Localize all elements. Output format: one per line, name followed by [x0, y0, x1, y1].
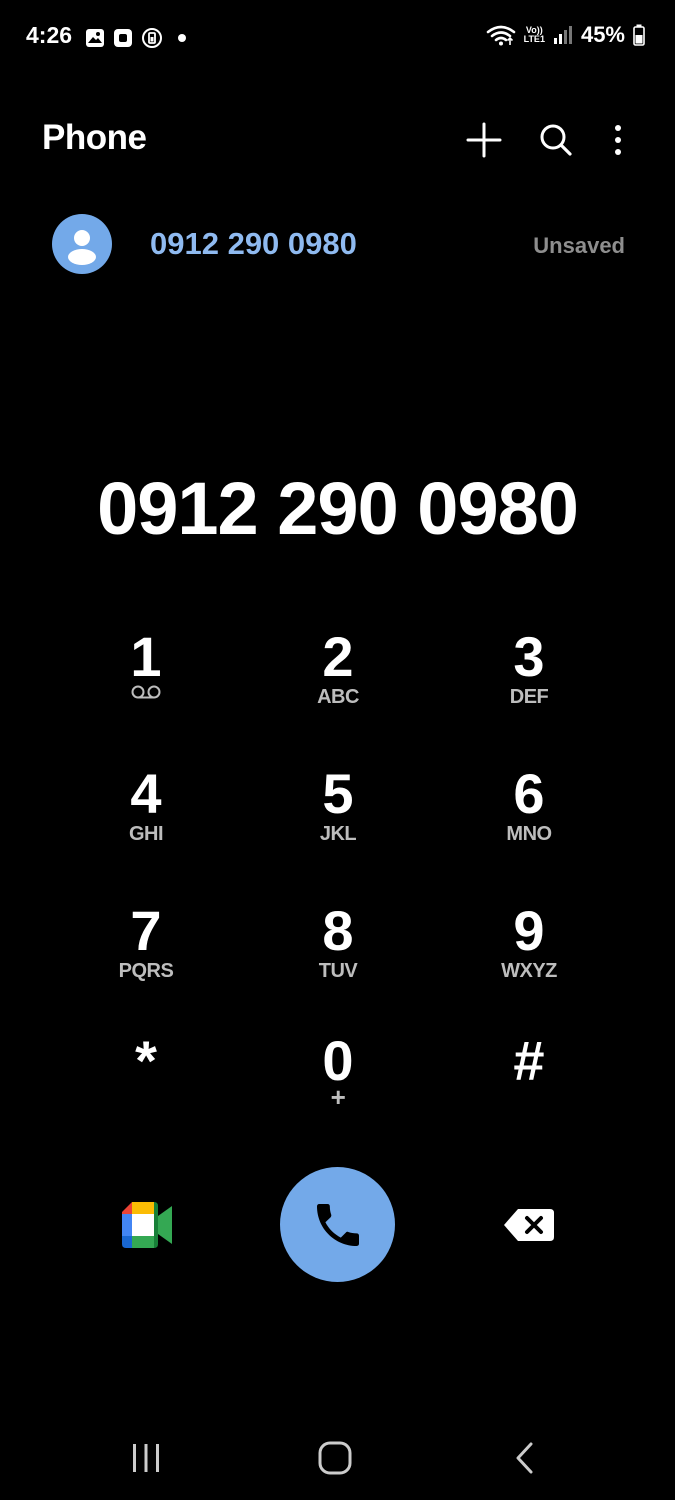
suggestion-number[interactable]: 0912 290 0980: [150, 226, 357, 262]
key-digit: 2: [322, 625, 354, 688]
home-button[interactable]: [305, 1430, 365, 1486]
google-meet-icon: [122, 1202, 172, 1248]
key-plus: +: [330, 1082, 346, 1112]
key-8[interactable]: 8 TUV: [248, 902, 428, 1012]
add-icon: [466, 122, 502, 158]
more-options-icon: [615, 125, 621, 155]
key-1[interactable]: 1: [56, 628, 236, 738]
volte-icon: Vo)) LTE1: [523, 25, 545, 44]
key-0[interactable]: 0 +: [248, 1032, 428, 1142]
backspace-icon: [504, 1209, 554, 1241]
battery-saver-icon: [142, 28, 162, 48]
key-letters: TUV: [318, 960, 358, 982]
key-digit: #: [513, 1029, 545, 1092]
back-button[interactable]: [494, 1430, 554, 1486]
status-time: 4:26: [26, 22, 73, 48]
battery-percent: 45%: [580, 22, 625, 47]
key-letters: ABC: [317, 686, 359, 708]
battery-icon: [633, 24, 645, 46]
key-6[interactable]: 6 MNO: [439, 765, 619, 875]
unsaved-label: Unsaved: [533, 233, 625, 258]
key-9[interactable]: 9 WXYZ: [439, 902, 619, 1012]
key-7[interactable]: 7 PQRS: [56, 902, 236, 1012]
key-digit: 8: [322, 899, 354, 962]
phone-call-icon: [316, 1203, 359, 1246]
recent-apps-button[interactable]: [116, 1430, 176, 1486]
key-letters: DEF: [509, 686, 549, 708]
key-digit: 3: [513, 625, 545, 688]
key-digit: 6: [513, 762, 545, 825]
add-contact-button[interactable]: [462, 118, 506, 162]
key-5[interactable]: 5 JKL: [248, 765, 428, 875]
key-hash[interactable]: #: [439, 1032, 619, 1142]
home-icon: [318, 1441, 352, 1475]
key-letters: PQRS: [118, 960, 174, 982]
wifi-icon: [486, 25, 515, 46]
key-digit: *: [135, 1029, 157, 1092]
status-right-icons: Vo)) LTE1 45%: [486, 22, 645, 48]
key-letters: WXYZ: [501, 960, 557, 982]
call-button[interactable]: [280, 1167, 395, 1282]
person-icon: [68, 230, 96, 265]
video-call-button[interactable]: [120, 1200, 174, 1250]
avatar[interactable]: [52, 214, 112, 274]
signal-icon: [553, 26, 572, 44]
status-left-icons: [85, 27, 187, 49]
gallery-icon: [86, 29, 104, 47]
search-button[interactable]: [534, 118, 578, 162]
key-digit: 7: [130, 899, 162, 962]
key-star[interactable]: *: [56, 1032, 236, 1142]
key-digit: 4: [130, 762, 162, 825]
key-letters: GHI: [128, 823, 164, 845]
dialed-number[interactable]: 0912 290 0980: [0, 466, 675, 551]
key-2[interactable]: 2 ABC: [248, 628, 428, 738]
search-icon: [540, 124, 572, 156]
key-3[interactable]: 3 DEF: [439, 628, 619, 738]
key-letters: JKL: [319, 823, 357, 845]
back-icon: [516, 1442, 533, 1474]
key-letters: MNO: [506, 823, 552, 845]
notification-dot-icon: [178, 34, 186, 42]
key-digit: 9: [513, 899, 545, 962]
key-4[interactable]: 4 GHI: [56, 765, 236, 875]
more-options-button[interactable]: [596, 118, 640, 162]
backspace-button[interactable]: [500, 1205, 556, 1245]
recent-apps-icon: [133, 1444, 159, 1472]
voicemail-icon: [131, 685, 161, 699]
key-digit: 1: [130, 625, 162, 688]
app-icon: [114, 29, 132, 47]
app-title: Phone: [42, 118, 147, 157]
key-digit: 5: [322, 762, 354, 825]
